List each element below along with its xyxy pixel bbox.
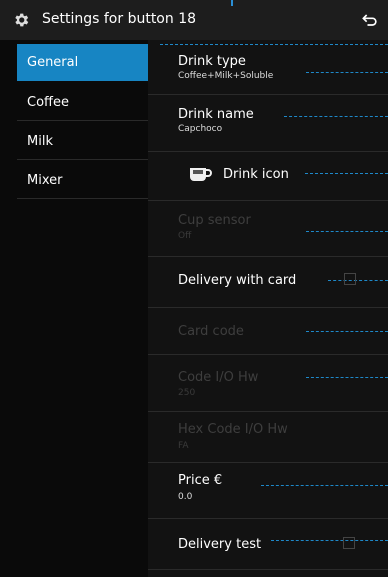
back-icon[interactable] <box>360 10 380 30</box>
setting-title: Drink icon <box>223 167 289 182</box>
sidebar-item-mixer[interactable]: Mixer <box>17 162 148 199</box>
setting-value: Capchoco <box>178 124 223 134</box>
setting-title: Delivery with card <box>178 273 297 288</box>
coffee-cup-icon <box>190 168 212 181</box>
setting-divider <box>305 173 388 174</box>
setting-code-io-hw: Code I/O Hw 250 <box>148 355 388 412</box>
sidebar-item-coffee[interactable]: Coffee <box>17 84 148 121</box>
gear-icon <box>15 13 29 27</box>
setting-value: 250 <box>178 388 196 398</box>
setting-value: FA <box>178 441 189 451</box>
setting-value: Coffee+Milk+Soluble <box>178 71 274 81</box>
setting-card-code: Card code <box>148 308 388 355</box>
setting-title: Price € <box>178 473 223 488</box>
setting-drink-icon[interactable]: Drink icon <box>148 152 388 201</box>
setting-divider <box>271 540 388 541</box>
setting-drink-type[interactable]: Drink type Coffee+Milk+Soluble <box>148 48 388 95</box>
setting-title: Drink type <box>178 54 246 69</box>
setting-title: Hex Code I/O Hw <box>178 422 288 437</box>
delivery-with-card-checkbox[interactable] <box>344 273 356 285</box>
setting-delivery-with-card[interactable]: Delivery with card <box>148 257 388 308</box>
setting-divider <box>284 116 388 117</box>
setting-divider <box>328 280 388 281</box>
setting-divider <box>306 231 388 232</box>
sidebar-item-milk[interactable]: Milk <box>17 123 148 160</box>
setting-title: Cup sensor <box>178 213 251 228</box>
page-title: Settings for button 18 <box>42 11 197 27</box>
setting-title: Card code <box>178 324 244 339</box>
setting-title: Code I/O Hw <box>178 370 259 385</box>
setting-cup-sensor: Cup sensor Off <box>148 201 388 257</box>
scroll-indicator <box>231 0 233 6</box>
setting-divider <box>306 72 388 73</box>
setting-divider <box>261 485 388 486</box>
setting-hex-code-io-hw: Hex Code I/O Hw FA <box>148 412 388 463</box>
setting-delivery-test[interactable]: Delivery test <box>148 519 388 570</box>
setting-value: Off <box>178 231 192 241</box>
delivery-test-checkbox[interactable] <box>343 537 355 549</box>
setting-title: Delivery test <box>178 537 262 552</box>
action-bar: Settings for button 18 <box>0 0 388 41</box>
setting-drink-name[interactable]: Drink name Capchoco <box>148 95 388 152</box>
sidebar-item-general[interactable]: General <box>17 44 148 81</box>
setting-title: Drink name <box>178 107 254 122</box>
header-divider <box>160 44 388 45</box>
setting-divider <box>306 331 388 332</box>
setting-price[interactable]: Price € 0.0 <box>148 463 388 519</box>
setting-divider <box>306 377 388 378</box>
setting-value: 0.0 <box>178 492 193 502</box>
